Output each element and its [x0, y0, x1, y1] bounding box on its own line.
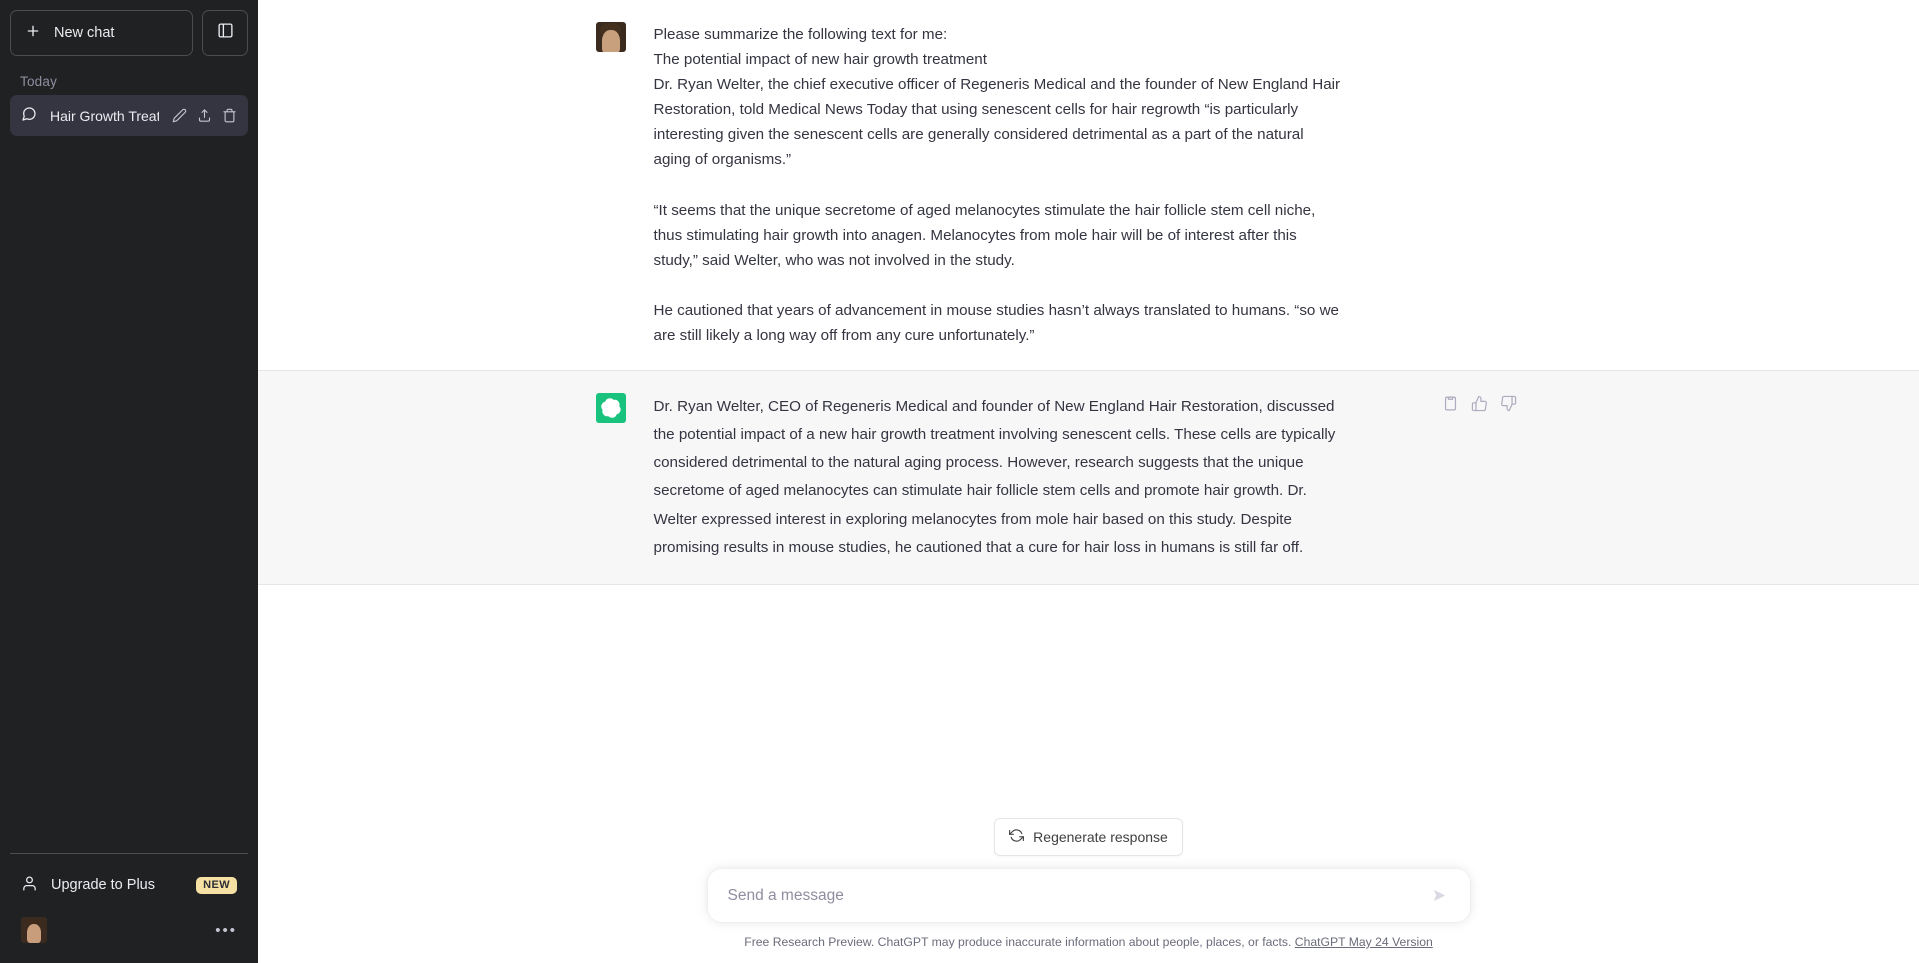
sidebar-footer: Upgrade to Plus NEW •••: [10, 853, 248, 963]
sidebar-section-label: Today: [10, 56, 248, 95]
thumbs-down-icon[interactable]: [1500, 395, 1517, 412]
version-link[interactable]: ChatGPT May 24 Version: [1295, 935, 1433, 949]
message-user: Please summarize the following text for …: [258, 0, 1919, 370]
footer-text: Free Research Preview. ChatGPT may produ…: [744, 935, 1291, 949]
message-assistant: Dr. Ryan Welter, CEO of Regeneris Medica…: [258, 370, 1919, 585]
new-chat-button[interactable]: New chat: [10, 10, 193, 56]
chat-item-title: Hair Growth Treatme: [50, 108, 159, 124]
toggle-sidebar-button[interactable]: [202, 10, 248, 56]
panel-toggle-icon: [217, 22, 234, 44]
avatar: [21, 917, 47, 943]
refresh-icon: [1009, 828, 1024, 846]
search-input[interactable]: [728, 869, 1426, 922]
plus-icon: [25, 23, 41, 43]
chat-history-list: Hair Growth Treatme: [10, 95, 248, 136]
sidebar-spacer: [10, 136, 248, 853]
chat-bubble-icon: [21, 106, 37, 125]
sidebar: New chat Today Hair Growth Treatme: [0, 0, 258, 963]
upgrade-label: Upgrade to Plus: [51, 877, 183, 893]
message-text: Please summarize the following text for …: [654, 22, 1344, 348]
footer-disclaimer: Free Research Preview. ChatGPT may produ…: [744, 935, 1433, 949]
message-inner: Dr. Ryan Welter, CEO of Regeneris Medica…: [539, 371, 1639, 584]
copy-icon[interactable]: [1442, 395, 1459, 412]
pencil-icon[interactable]: [172, 108, 187, 123]
user-account-button[interactable]: •••: [10, 907, 248, 953]
message-actions: [1442, 395, 1517, 412]
send-arrow-icon[interactable]: [1426, 882, 1454, 910]
avatar: [596, 22, 626, 52]
regenerate-response-button[interactable]: Regenerate response: [994, 818, 1183, 856]
composer: Regenerate response Free Research Previe…: [258, 818, 1919, 963]
openai-logo-icon: [596, 393, 626, 423]
message-input-container[interactable]: [708, 869, 1470, 922]
chat-item-actions: [172, 108, 237, 123]
regenerate-label: Regenerate response: [1033, 829, 1168, 845]
chatgpt-app: New chat Today Hair Growth Treatme: [0, 0, 1919, 963]
ellipsis-icon[interactable]: •••: [215, 922, 237, 939]
share-icon[interactable]: [197, 108, 212, 123]
thumbs-up-icon[interactable]: [1471, 395, 1488, 412]
sidebar-header: New chat: [10, 10, 248, 56]
person-icon: [21, 875, 38, 896]
trash-icon[interactable]: [222, 108, 237, 123]
message-text: Dr. Ryan Welter, CEO of Regeneris Medica…: [654, 393, 1344, 562]
status-badge: NEW: [196, 877, 237, 894]
upgrade-to-plus-button[interactable]: Upgrade to Plus NEW: [10, 863, 248, 907]
main-panel: Please summarize the following text for …: [258, 0, 1919, 963]
new-chat-label: New chat: [54, 25, 114, 41]
message-inner: Please summarize the following text for …: [539, 0, 1639, 370]
list-item[interactable]: Hair Growth Treatme: [10, 95, 248, 136]
